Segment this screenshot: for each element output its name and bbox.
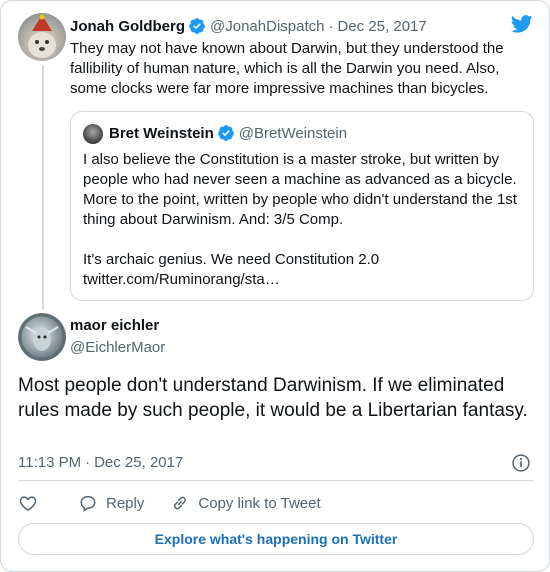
main-tweet-text: Most people don't understand Darwinism. … [18,375,528,421]
author-handle[interactable]: @EichlerMaor [70,339,165,356]
copy-link-button[interactable]: Copy link to Tweet [170,493,321,513]
heart-icon [19,496,37,511]
link-icon [174,496,187,510]
avatar[interactable] [18,313,66,361]
author-handle[interactable]: @JonahDispatch [210,18,324,35]
tweet-actions: Reply Copy link to Tweet [18,493,321,513]
twitter-bird-icon[interactable] [511,15,533,33]
author-name[interactable]: maor eichler [70,317,159,334]
copy-link-label: Copy link to Tweet [198,494,321,512]
like-button[interactable] [18,493,38,513]
avatar[interactable] [18,13,66,61]
tweet-date: Dec 25, 2017 [94,454,184,471]
author-name: Bret Weinstein [109,124,214,142]
quoted-tweet-header: Bret Weinstein @BretWeinstein [109,124,347,142]
reply-icon [80,496,96,512]
author-handle: @BretWeinstein [238,124,348,142]
info-icon[interactable] [511,453,531,473]
divider [18,480,534,481]
quoted-tweet-paragraph: It's archaic genius. We need Constitutio… [83,251,380,268]
tweet-time: 11:13 PM [18,454,82,471]
reply-tweet-header: Jonah Goldberg @JonahDispatch · Dec 25, … [70,17,427,35]
reply-label: Reply [106,494,145,512]
tweet-date[interactable]: Dec 25, 2017 [337,18,426,35]
verified-badge-icon [189,18,205,34]
quoted-tweet[interactable]: Bret Weinstein @BretWeinstein I also bel… [70,111,534,301]
quoted-tweet-link[interactable]: twitter.com/Ruminorang/sta… [83,270,519,290]
reply-button[interactable]: Reply [78,493,144,513]
tweet-timestamp[interactable]: 11:13 PM · Dec 25, 2017 [18,454,183,471]
separator: · [328,17,334,35]
avatar [83,124,103,144]
tweet-embed-card: Jonah Goldberg @JonahDispatch · Dec 25, … [0,0,550,572]
verified-badge-icon [217,125,234,141]
thread-connector [42,65,44,309]
reply-tweet-text: They may not have known about Darwin, bu… [70,40,504,97]
separator: · [85,454,91,471]
explore-twitter-button[interactable]: Explore what's happening on Twitter [18,523,534,555]
author-name[interactable]: Jonah Goldberg [70,18,185,35]
quoted-tweet-paragraph: I also believe the Constitution is a mas… [83,151,517,228]
